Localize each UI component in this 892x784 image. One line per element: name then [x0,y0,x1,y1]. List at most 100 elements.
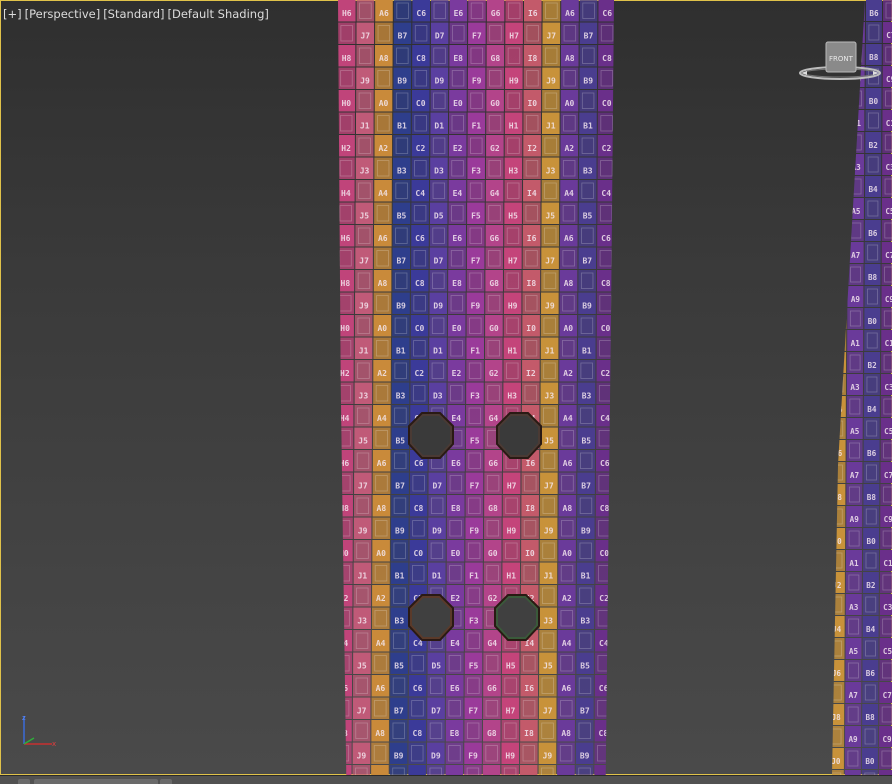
checker-cell-label: A8 [563,504,573,513]
checker-cell-label: H2 [339,594,349,603]
statusbar-button[interactable] [18,779,30,784]
uv-checker-mesh-right[interactable]: J6 B6 A7 C7 J8 B8 A9 C9 J0 B0 A1 C1 J2 B2 A3 C3 J4 B4 A5 C5… [832,0,892,775]
checker-cell-label: J6 [833,449,843,458]
checker-cell-label: H6 [340,459,350,468]
checker-cell [832,286,847,307]
checker-cell-label: J9 [544,527,554,536]
checker-cell-label: J6 [832,669,841,678]
checker-cell-grid [851,2,863,19]
checker-cell-label: A4 [377,414,387,423]
checker-cell-label: I8 [528,54,538,63]
checker-cell-label: H1 [506,572,516,581]
viewcube[interactable]: FRONT [797,38,883,86]
bolt-hole [408,594,454,641]
checker-cell-label: J1 [359,347,369,356]
checker-cell-label: H9 [508,302,518,311]
statusbar-field[interactable] [34,779,158,784]
checker-cell-label: F5 [471,212,481,221]
checker-cell-label: C8 [602,54,612,63]
checker-cell-label: E6 [450,684,460,693]
checker-cell-label: H6 [342,9,352,18]
checker-cell-label: B8 [867,493,877,502]
checker-cell-label: C1 [885,339,892,348]
checker-cell-label: A3 [849,603,859,612]
checker-cell-label: B3 [582,392,592,401]
viewport-mode-menu[interactable]: [Standard] [103,7,164,21]
svg-text:x: x [52,740,56,748]
checker-cell-label: A1 [851,339,861,348]
uv-checker-mesh-main[interactable]: H6 A6 C6 E6 G6 I6 A6 C6 J7 B7 D7 F7 H7 J7 B7 H8 A8 C8 E8 G8… [338,0,614,775]
checker-cell-label: H5 [506,662,516,671]
checker-cell-label: I2 [527,144,537,153]
checker-cell-label: C6 [600,459,610,468]
checker-cell-label: G2 [489,369,499,378]
checker-cell-label: H2 [341,144,351,153]
checker-cell [338,742,352,764]
viewport-shading-menu[interactable]: [Default Shading] [167,7,268,21]
checker-cell-label: A1 [852,119,862,128]
checker-cell-label: C0 [601,324,611,333]
checker-cell-label: A4 [562,639,572,648]
checker-cell-label: H4 [340,414,350,423]
checker-cell-grid [833,200,845,217]
checker-cell-label: E6 [452,234,462,243]
checker-cell-label: C6 [413,684,423,693]
checker-cell-label: J7 [543,707,553,716]
checker-cell-label: B5 [581,437,591,446]
checker-cell-label: C5 [884,427,892,436]
checker-cell-grid [833,156,845,173]
checker-cell-label: B7 [582,257,592,266]
checker-cell-label: B0 [865,757,875,766]
checker-cell-label: I6 [527,234,537,243]
checker-cell-label: C6 [602,9,612,18]
viewport-plus-menu[interactable]: [+] [3,7,22,21]
checker-cell-label: H8 [341,279,351,288]
checker-cell-label: G8 [487,729,497,738]
checker-cell [832,440,846,461]
checker-cell-label: I0 [527,99,537,108]
checker-cell-label: J6 [834,229,844,238]
checker-cell [832,330,847,351]
checker-cell-label: A3 [852,163,862,172]
checker-cell-label: G0 [488,549,498,558]
checker-cell-label: B6 [867,449,877,458]
statusbar-button[interactable] [160,779,172,784]
perspective-viewport[interactable]: [+] [Perspective] [Standard] [Default Sh… [0,0,892,775]
checker-cell-label: C4 [600,414,610,423]
checker-cell-label: E2 [453,144,463,153]
checker-cell-label: G0 [489,324,499,333]
checker-cell-label: J8 [832,713,841,722]
checker-cell-label: A6 [378,234,388,243]
checker-cell-label: A0 [377,324,387,333]
checker-cell-label: C1 [886,119,892,128]
checker-cell-label: B3 [583,167,593,176]
checker-cell-label: A8 [564,279,574,288]
checker-cell-label: D1 [433,347,443,356]
checker-cell-label: J7 [546,32,556,41]
viewport-view-menu[interactable]: [Perspective] [25,7,101,21]
checker-cell-label: C0 [415,324,425,333]
checker-cell-label: H6 [338,684,348,693]
checker-cell-label: B2 [869,141,878,150]
checker-cell-label: D5 [431,662,441,671]
checker-cell-label: H1 [508,347,518,356]
checker-cell-label: B0 [869,97,879,106]
axis-tripod-icon: z x [22,714,56,748]
checker-cell-label: J2 [833,361,842,370]
checker-cell-label: G6 [491,9,501,18]
checker-cell-label: C7 [884,471,892,480]
checker-cell-label: H7 [507,482,517,491]
checker-cell-label: I8 [524,729,534,738]
checker-cell-label: B5 [580,662,590,671]
checker-cell-label: A0 [376,549,386,558]
checker-cell-label: J7 [357,707,367,716]
checker-cell-label: B2 [866,581,875,590]
checker-cell-label: J9 [360,77,370,86]
bolt-hole [408,412,454,459]
checker-cell-label: C8 [600,504,610,513]
checker-cell-label: J5 [544,437,554,446]
checker-cell-label: I8 [525,504,535,513]
viewport-label-menu: [+] [Perspective] [Standard] [Default Sh… [3,7,269,21]
checker-cell-label: F1 [472,122,482,131]
checker-cell-label: I8 [527,279,537,288]
